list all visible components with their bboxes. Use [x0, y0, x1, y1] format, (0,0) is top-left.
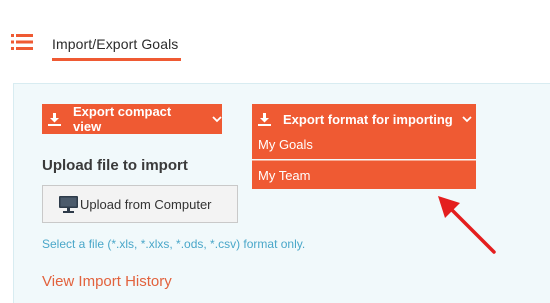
export-compact-view-label: Export compact view	[73, 104, 172, 134]
download-icon	[258, 112, 271, 126]
monitor-icon	[59, 195, 78, 213]
dropdown-item-my-team[interactable]: My Team	[252, 160, 476, 189]
upload-from-computer-button[interactable]: Upload from Computer	[42, 185, 238, 223]
tab-import-export-goals[interactable]: Import/Export Goals	[52, 36, 178, 52]
export-format-dropdown: My Goals My Team	[252, 130, 476, 190]
download-icon	[48, 112, 61, 126]
export-format-label: Export format for importing	[283, 111, 453, 127]
export-compact-view-button[interactable]: Export compact view	[42, 104, 222, 134]
upload-heading: Upload file to import	[42, 157, 188, 174]
list-icon[interactable]	[11, 34, 33, 50]
annotation-arrow-icon	[438, 196, 496, 254]
chevron-down-icon	[462, 115, 472, 122]
view-import-history-link[interactable]: View Import History	[42, 273, 172, 290]
active-tab-indicator	[52, 58, 181, 61]
file-format-hint: Select a file (*.xls, *.xlxs, *.ods, *.c…	[42, 237, 306, 251]
tab-bar: Import/Export Goals	[0, 0, 550, 62]
chevron-down-icon	[212, 115, 222, 122]
dropdown-item-my-goals[interactable]: My Goals	[252, 130, 476, 159]
upload-button-label: Upload from Computer	[80, 196, 212, 212]
